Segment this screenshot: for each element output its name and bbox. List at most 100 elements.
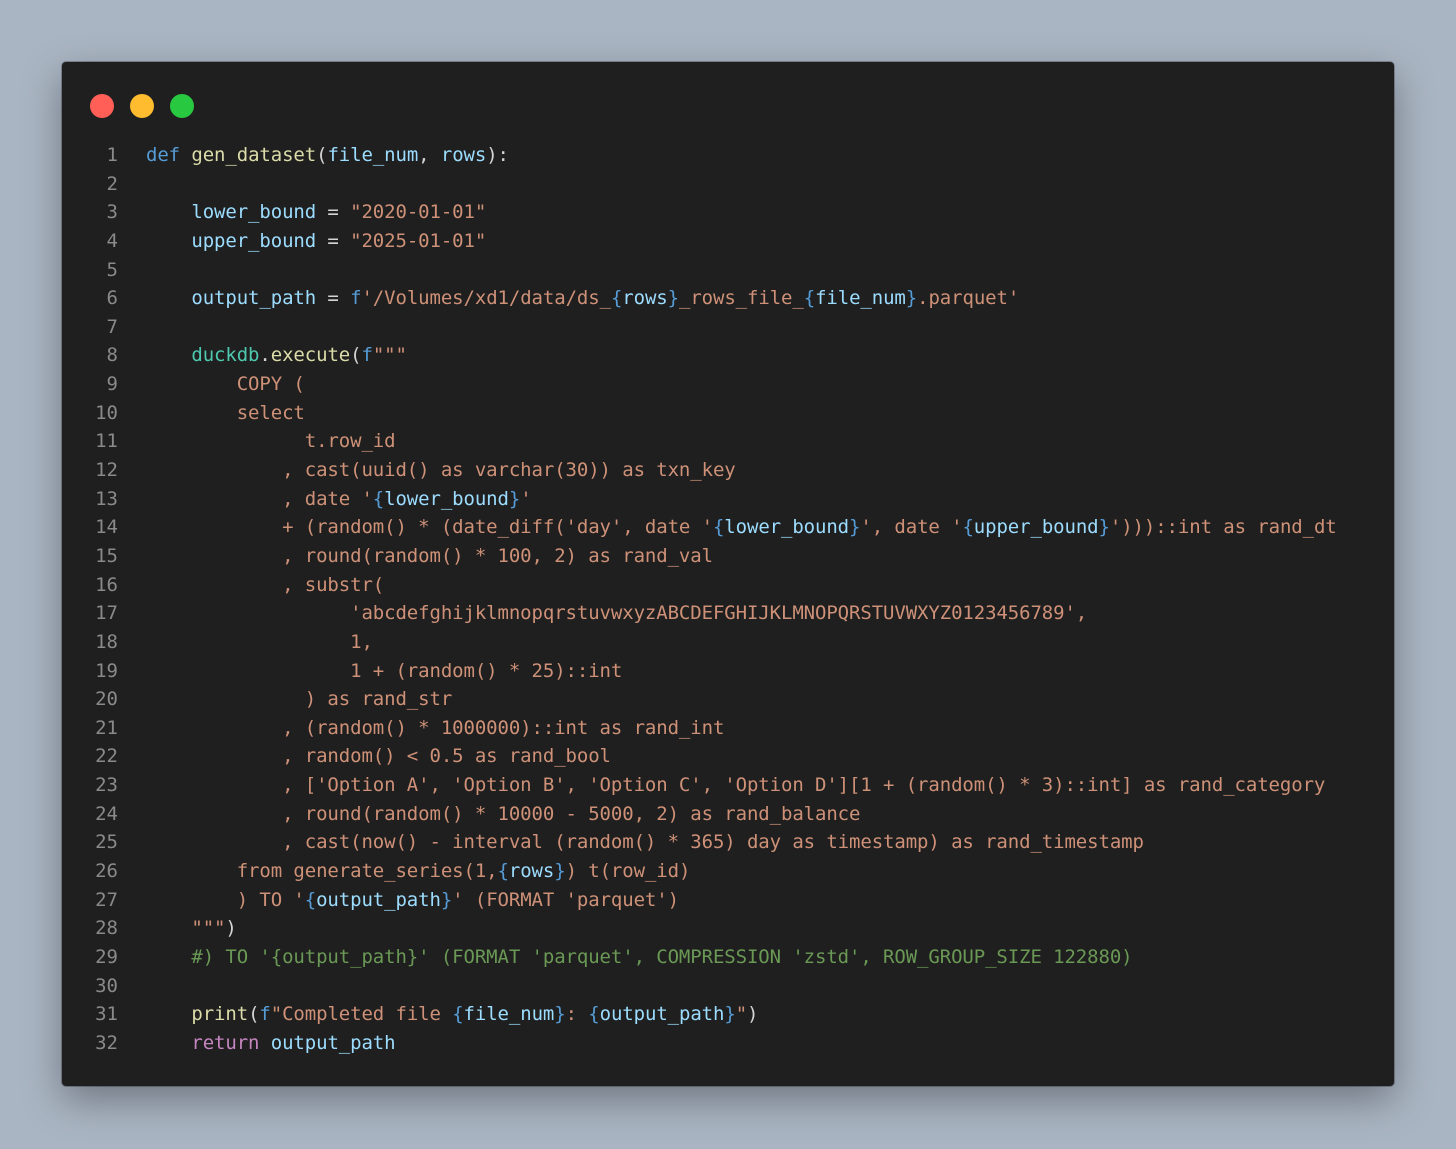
- code-token: , ['Option A', 'Option B', 'Option C', '…: [146, 774, 1326, 797]
- code-token: rows: [622, 287, 668, 310]
- code-token: {: [610, 287, 623, 310]
- code-token: + (random() * (date_diff('day', date ': [146, 516, 713, 539]
- line-number: 6: [106, 287, 118, 310]
- line-number: 2: [106, 172, 118, 195]
- code-line: 9 COPY (: [62, 370, 1394, 399]
- code-token: {: [452, 1003, 464, 1026]
- code-token: }: [508, 487, 521, 510]
- code-token: =: [316, 287, 351, 310]
- zoom-button[interactable]: [170, 94, 194, 118]
- code-token: =: [316, 201, 351, 224]
- code-token: select: [146, 401, 305, 424]
- line-source: 1 + (random() * 25)::int: [146, 657, 622, 686]
- line-number: 21: [95, 716, 118, 739]
- line-number: 8: [106, 344, 118, 367]
- code-token: , (random() * 1000000)::int as rand_int: [146, 716, 725, 739]
- code-token: "2020-01-01": [350, 201, 487, 224]
- code-token: , cast(uuid() as varchar(30)) as txn_key: [146, 459, 736, 482]
- code-line: 18 1,: [62, 628, 1394, 657]
- code-token: }: [1098, 516, 1110, 539]
- line-number: 9: [106, 373, 118, 396]
- code-token: return: [191, 1031, 260, 1054]
- line-source: , cast(now() - interval (random() * 365)…: [146, 828, 1144, 857]
- code-line: 10 select: [62, 399, 1394, 428]
- code-line: 19 1 + (random() * 25)::int: [62, 657, 1394, 686]
- code-token: ', date ': [860, 516, 963, 539]
- code-token: def: [146, 144, 181, 166]
- line-source: , round(random() * 10000 - 5000, 2) as r…: [146, 800, 860, 829]
- code-token: {: [588, 1003, 600, 1026]
- minimize-button[interactable]: [130, 94, 154, 118]
- code-token: }: [667, 287, 679, 310]
- code-token: lower_bound: [724, 516, 850, 539]
- line-number: 17: [95, 602, 118, 625]
- line-number: 30: [95, 974, 118, 997]
- code-token: from generate_series(1,: [146, 860, 498, 883]
- code-line: 25 , cast(now() - interval (random() * 3…: [62, 828, 1394, 857]
- code-token: output_path: [191, 287, 317, 310]
- code-token: '/Volumes/xd1/data/ds_: [361, 287, 611, 310]
- line-number: 22: [95, 745, 118, 768]
- line-source: , random() < 0.5 as rand_bool: [146, 742, 611, 771]
- line-source: , date '{lower_bound}': [146, 485, 532, 514]
- code-token: (: [350, 344, 362, 367]
- line-number: 18: [95, 630, 118, 653]
- code-token: {: [962, 516, 974, 539]
- line-number: 12: [95, 459, 118, 482]
- line-number: 4: [106, 229, 118, 252]
- code-token: }: [905, 287, 918, 310]
- code-line: 24 , round(random() * 10000 - 5000, 2) a…: [62, 800, 1394, 829]
- code-line: 7: [62, 313, 1394, 342]
- line-source: print(f"Completed file {file_num}: {outp…: [146, 1000, 758, 1029]
- code-token: ) TO ': [146, 888, 305, 911]
- close-button[interactable]: [90, 94, 114, 118]
- code-token: {: [372, 487, 385, 510]
- code-token: file_num: [327, 144, 419, 166]
- code-token: 1 + (random() * 25)::int: [146, 659, 623, 682]
- code-token: ):: [486, 144, 509, 166]
- line-source: lower_bound = "2020-01-01": [146, 198, 486, 227]
- code-token: , substr(: [146, 573, 385, 596]
- code-line: 27 ) TO '{output_path}' (FORMAT 'parquet…: [62, 886, 1394, 915]
- code-line: 29 #) TO '{output_path}' (FORMAT 'parque…: [62, 943, 1394, 972]
- code-line: 21 , (random() * 1000000)::int as rand_i…: [62, 714, 1394, 743]
- code-token: 'abcdefghijklmnopqrstuvwxyzABCDEFGHIJKLM…: [146, 602, 1088, 625]
- line-number: 29: [95, 945, 118, 968]
- line-source: 'abcdefghijklmnopqrstuvwxyzABCDEFGHIJKLM…: [146, 599, 1087, 628]
- code-token: ): [225, 917, 237, 940]
- line-number: 27: [95, 888, 118, 911]
- code-token: rows: [508, 860, 555, 883]
- code-line: 13 , date '{lower_bound}': [62, 485, 1394, 514]
- code-line: 22 , random() < 0.5 as rand_bool: [62, 742, 1394, 771]
- code-token: """: [146, 917, 226, 940]
- code-token: {: [497, 860, 509, 883]
- code-token: ) t(row_id): [565, 860, 691, 883]
- line-source: , cast(uuid() as varchar(30)) as txn_key: [146, 456, 736, 485]
- code-token: "Completed file: [270, 1003, 453, 1026]
- code-token: ' (FORMAT 'parquet'): [452, 888, 679, 911]
- code-token: "2025-01-01": [350, 229, 487, 252]
- line-number: 16: [95, 573, 118, 596]
- code-token: ': [520, 487, 532, 510]
- line-number: 31: [95, 1003, 118, 1026]
- code-token: , round(random() * 10000 - 5000, 2) as r…: [146, 802, 861, 825]
- code-line: 20 ) as rand_str: [62, 685, 1394, 714]
- code-token: COPY (: [146, 373, 305, 396]
- line-number: 28: [95, 917, 118, 940]
- code-token: output_path: [599, 1003, 725, 1026]
- code-window: 1 def gen_dataset(file_num, rows): 2 3 lowe…: [62, 62, 1394, 1086]
- code-token: .parquet': [917, 287, 1020, 310]
- code-token: , round(random() * 100, 2) as rand_val: [146, 544, 713, 567]
- code-token: lower_bound: [384, 487, 509, 510]
- code-token: }: [849, 516, 861, 539]
- code-line: 14 + (random() * (date_diff('day', date …: [62, 513, 1394, 542]
- code-token: output_path: [270, 1031, 396, 1054]
- code-token: """: [372, 344, 407, 367]
- code-line: 11 t.row_id: [62, 427, 1394, 456]
- line-number: 14: [95, 516, 118, 539]
- code-token: }: [554, 860, 566, 883]
